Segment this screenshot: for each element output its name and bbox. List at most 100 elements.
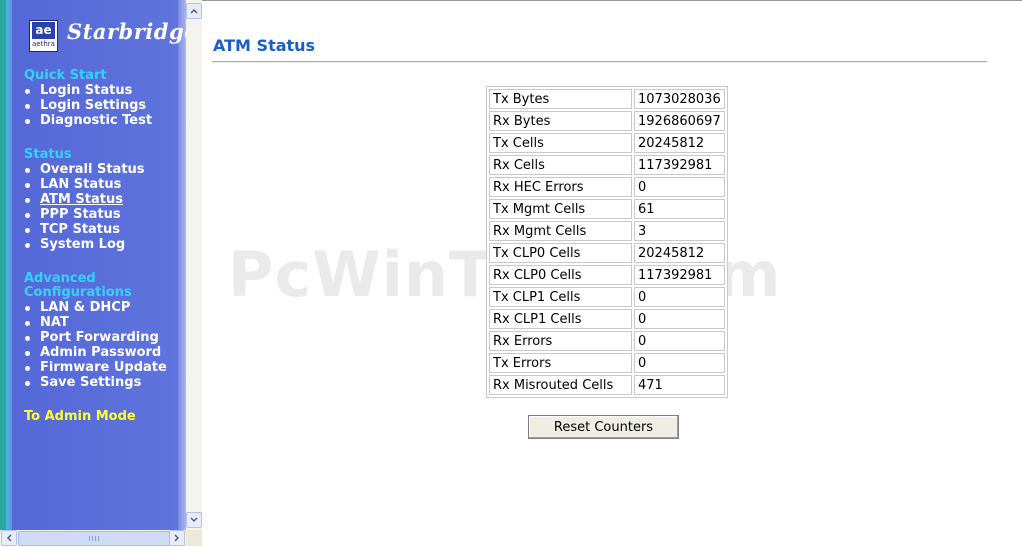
stat-value: 20245812 (634, 243, 725, 263)
nav-edge (178, 0, 186, 530)
nav-item-port-forwarding[interactable]: Port Forwarding (24, 330, 167, 345)
bullet-icon (25, 183, 30, 188)
stat-label: Tx CLP0 Cells (489, 243, 632, 263)
nav-item-diagnostic-test[interactable]: Diagnostic Test (24, 113, 152, 128)
aethra-logo: ae aethra (29, 20, 58, 52)
stat-label: Rx HEC Errors (489, 177, 632, 197)
bullet-icon (25, 321, 30, 326)
quick-start-menu: Login Status Login Settings Diagnostic T… (24, 83, 152, 128)
table-row: Rx HEC Errors 0 (489, 177, 725, 197)
stat-label: Rx CLP1 Cells (489, 309, 632, 329)
stat-label: Tx Bytes (489, 89, 632, 109)
nav-item-login-settings[interactable]: Login Settings (24, 98, 152, 113)
stat-label: Rx Errors (489, 331, 632, 351)
bullet-icon (25, 381, 30, 386)
scrollbar-corner (186, 530, 202, 546)
reset-counters-button[interactable]: Reset Counters (528, 415, 679, 439)
stat-label: Rx Mgmt Cells (489, 221, 632, 241)
nav-item-lan-dhcp[interactable]: LAN & DHCP (24, 300, 167, 315)
table-row: Tx Mgmt Cells 61 (489, 199, 725, 219)
bullet-icon (25, 366, 30, 371)
bullet-icon (25, 89, 30, 94)
stat-value: 0 (634, 287, 725, 307)
bullet-icon (25, 104, 30, 109)
scroll-down-button[interactable] (186, 512, 202, 528)
table-row: Rx CLP0 Cells 117392981 (489, 265, 725, 285)
scroll-right-button[interactable] (169, 530, 185, 546)
chevron-down-icon (190, 517, 198, 523)
stat-value: 20245812 (634, 133, 725, 153)
stat-value: 1926860697 (634, 111, 725, 131)
admin-mode-link[interactable]: To Admin Mode (24, 409, 136, 424)
stat-label: Rx Misrouted Cells (489, 375, 632, 395)
stat-value: 0 (634, 331, 725, 351)
bullet-icon (25, 243, 30, 248)
table-row: Tx CLP1 Cells 0 (489, 287, 725, 307)
nav-item-firmware-update[interactable]: Firmware Update (24, 360, 167, 375)
chevron-right-icon (174, 534, 180, 542)
logo-mark: ae (32, 22, 55, 39)
nav-item-tcp-status[interactable]: TCP Status (24, 222, 145, 237)
nav-heading-status: Status (24, 147, 72, 162)
table-row: Tx Bytes 1073028036 (489, 89, 725, 109)
vertical-scrollbar[interactable] (186, 0, 202, 530)
bullet-icon (25, 198, 30, 203)
chevron-up-icon (190, 8, 198, 14)
table-row: Rx Mgmt Cells 3 (489, 221, 725, 241)
table-row: Rx Errors 0 (489, 331, 725, 351)
bullet-icon (25, 336, 30, 341)
scroll-left-button[interactable] (1, 530, 17, 546)
grip-icon (89, 536, 99, 541)
bullet-icon (25, 119, 30, 124)
nav-item-atm-status[interactable]: ATM Status (24, 192, 145, 207)
table-row: Rx Bytes 1926860697 (489, 111, 725, 131)
bullet-icon (25, 168, 30, 173)
horizontal-scrollbar[interactable] (0, 530, 186, 546)
table-row: Rx CLP1 Cells 0 (489, 309, 725, 329)
nav-heading-quick-start: Quick Start (24, 68, 107, 83)
nav-heading-configurations: Configurations (24, 285, 132, 300)
nav-item-lan-status[interactable]: LAN Status (24, 177, 145, 192)
stat-value: 61 (634, 199, 725, 219)
nav-item-system-log[interactable]: System Log (24, 237, 145, 252)
stat-value: 0 (634, 309, 725, 329)
stat-label: Tx CLP1 Cells (489, 287, 632, 307)
bullet-icon (25, 213, 30, 218)
table-row: Rx Cells 117392981 (489, 155, 725, 175)
stat-label: Rx CLP0 Cells (489, 265, 632, 285)
bullet-icon (25, 351, 30, 356)
stat-label: Tx Errors (489, 353, 632, 373)
nav-item-login-status[interactable]: Login Status (24, 83, 152, 98)
title-divider (212, 61, 987, 63)
advanced-menu: LAN & DHCP NAT Port Forwarding Admin Pas… (24, 300, 167, 390)
stat-value: 3 (634, 221, 725, 241)
table-row: Tx Cells 20245812 (489, 133, 725, 153)
nav-item-overall-status[interactable]: Overall Status (24, 162, 145, 177)
bullet-icon (25, 228, 30, 233)
navigation-panel: ae aethra Starbridge Quick Start Login S… (0, 0, 186, 530)
nav-heading-advanced: Advanced (24, 271, 96, 286)
scroll-up-button[interactable] (186, 3, 202, 19)
table-row: Tx CLP0 Cells 20245812 (489, 243, 725, 263)
stat-label: Rx Bytes (489, 111, 632, 131)
atm-stats-table: Tx Bytes 1073028036 Rx Bytes 1926860697 Tx C… (486, 86, 728, 398)
table-row: Tx Errors 0 (489, 353, 725, 373)
nav-item-ppp-status[interactable]: PPP Status (24, 207, 145, 222)
chevron-left-icon (6, 534, 12, 542)
stat-value: 117392981 (634, 265, 725, 285)
stat-label: Tx Mgmt Cells (489, 199, 632, 219)
logo-subtext: aethra (32, 40, 55, 48)
stat-label: Tx Cells (489, 133, 632, 153)
stat-value: 117392981 (634, 155, 725, 175)
stat-value: 0 (634, 353, 725, 373)
navigation-frame: ae aethra Starbridge Quick Start Login S… (0, 0, 202, 546)
stat-value: 0 (634, 177, 725, 197)
bullet-icon (25, 306, 30, 311)
scroll-thumb[interactable] (18, 531, 170, 546)
nav-item-save-settings[interactable]: Save Settings (24, 375, 167, 390)
nav-item-admin-password[interactable]: Admin Password (24, 345, 167, 360)
nav-item-nat[interactable]: NAT (24, 315, 167, 330)
stat-label: Rx Cells (489, 155, 632, 175)
table-row: Rx Misrouted Cells 471 (489, 375, 725, 395)
status-menu: Overall Status LAN Status ATM Status PPP… (24, 162, 145, 252)
